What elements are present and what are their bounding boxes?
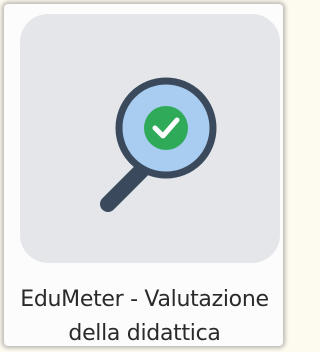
magnifier-checkmark-icon (100, 77, 217, 212)
app-name-label: EduMeter - Valutazione della didattica (0, 283, 289, 351)
app-name-line-2: della didattica (68, 321, 221, 346)
app-name-line-1: EduMeter - Valutazione (20, 287, 269, 312)
app-icon-container[interactable] (20, 14, 280, 263)
